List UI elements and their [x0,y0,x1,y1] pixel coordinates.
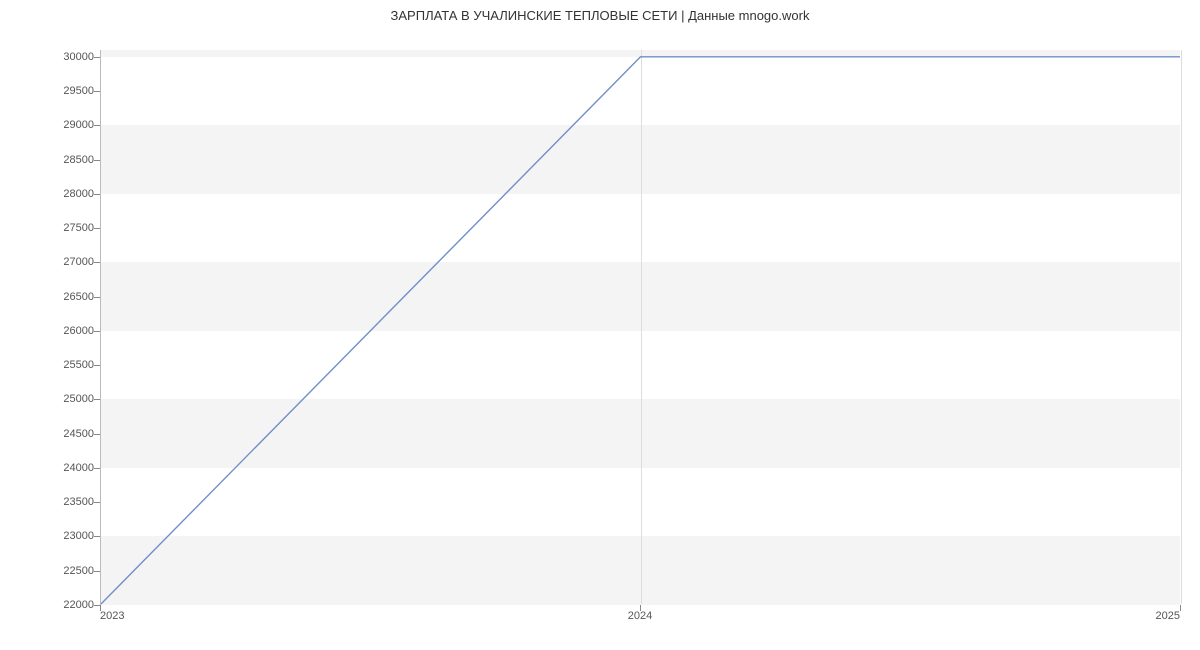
y-axis-label: 22500 [34,565,94,577]
y-axis-label: 22000 [34,599,94,611]
y-axis-label: 27000 [34,256,94,268]
line-series [101,50,1180,604]
y-axis-label: 30000 [34,51,94,63]
y-axis-label: 26000 [34,325,94,337]
chart-container: ЗАРПЛАТА В УЧАЛИНСКИЕ ТЕПЛОВЫЕ СЕТИ | Да… [0,0,1200,650]
y-axis-label: 27500 [34,222,94,234]
plot-area [100,50,1180,605]
y-tick [94,91,100,92]
y-axis-label: 23000 [34,530,94,542]
y-tick [94,57,100,58]
x-axis-label: 2023 [100,610,124,622]
series-line [101,57,1180,604]
y-tick [94,502,100,503]
y-tick [94,365,100,366]
y-tick [94,262,100,263]
y-tick [94,571,100,572]
chart-title: ЗАРПЛАТА В УЧАЛИНСКИЕ ТЕПЛОВЫЕ СЕТИ | Да… [0,8,1200,23]
y-tick [94,434,100,435]
y-axis-label: 26500 [34,291,94,303]
y-tick [94,194,100,195]
y-tick [94,160,100,161]
y-axis-label: 23500 [34,496,94,508]
y-tick [94,399,100,400]
x-axis-label: 2024 [628,610,652,622]
y-tick [94,536,100,537]
y-tick [94,331,100,332]
y-axis-label: 28500 [34,154,94,166]
y-axis-label: 29500 [34,85,94,97]
y-axis-label: 29000 [34,119,94,131]
y-tick [94,468,100,469]
y-axis-label: 25000 [34,393,94,405]
y-tick [94,125,100,126]
y-axis-label: 28000 [34,188,94,200]
y-tick [94,228,100,229]
grid-vline [1181,50,1182,604]
x-axis-label: 2025 [1156,610,1180,622]
y-axis-label: 25500 [34,359,94,371]
y-tick [94,605,100,606]
y-axis-label: 24000 [34,462,94,474]
y-axis-label: 24500 [34,428,94,440]
y-tick [94,297,100,298]
